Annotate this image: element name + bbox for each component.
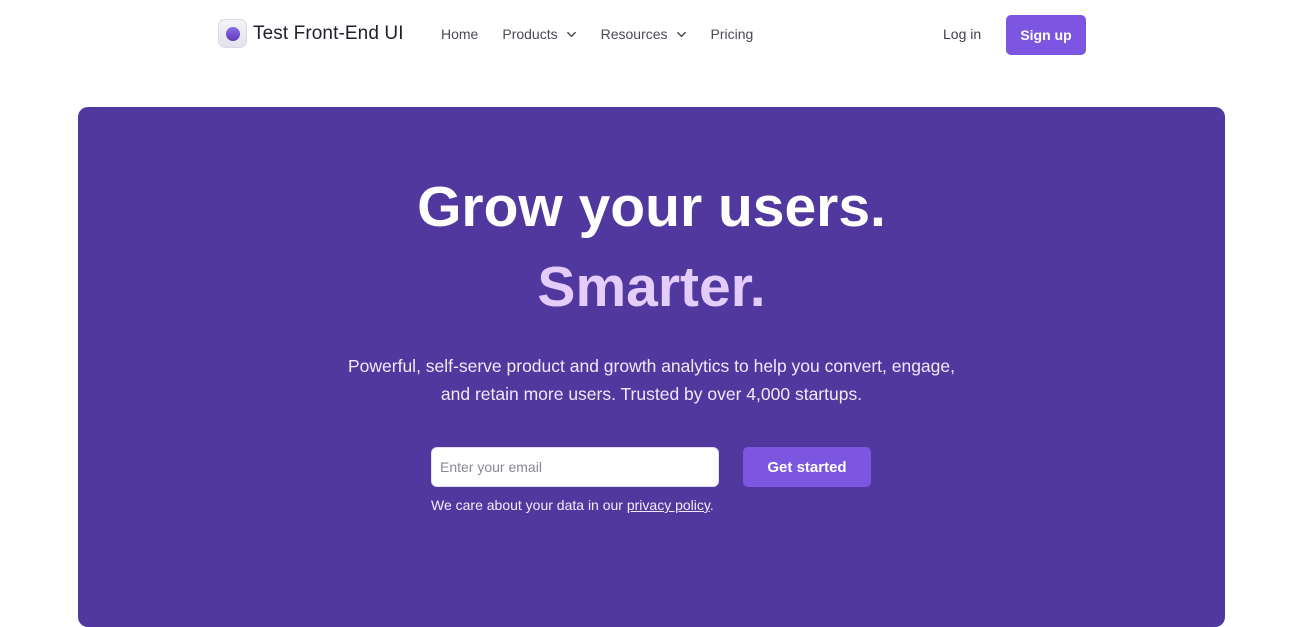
privacy-notice-text: We care about your data in our <box>431 497 627 513</box>
hero-headline-accent: Smarter. <box>537 255 766 319</box>
hero-subheading-line: and retain more users. Trusted by over 4… <box>440 384 863 404</box>
privacy-policy-link[interactable]: privacy policy <box>627 497 710 513</box>
nav-item-label: Pricing <box>710 26 754 42</box>
privacy-notice-suffix: . <box>709 497 714 513</box>
chevron-down-icon <box>676 31 686 37</box>
hero-section: Grow your users. Smarter. Powerful, self… <box>78 107 1225 627</box>
brand-logo[interactable]: Test Front-End UI <box>218 19 404 48</box>
get-started-button[interactable]: Get started <box>743 447 871 487</box>
login-link[interactable]: Log in <box>943 26 981 42</box>
nav-item-label: Products <box>502 26 558 42</box>
nav-item-home[interactable]: Home <box>441 26 478 42</box>
nav-item-pricing[interactable]: Pricing <box>711 26 754 42</box>
nav-item-label: Resources <box>600 26 668 42</box>
hero-headline: Grow your users. <box>417 175 886 239</box>
nav-item-resources[interactable]: Resources <box>601 26 687 42</box>
hero-subheading-line: Powerful, self-serve product and growth … <box>347 356 955 376</box>
nav-item-label: Home <box>441 26 479 42</box>
email-input[interactable] <box>431 447 719 487</box>
chevron-down-icon <box>566 31 576 37</box>
privacy-notice: We care about your data in our privacy p… <box>431 497 714 513</box>
nav-item-products[interactable]: Products <box>502 26 576 42</box>
brand-name: Test Front-End UI <box>253 22 404 44</box>
signup-button[interactable]: Sign up <box>1006 15 1086 55</box>
logo-orb-icon <box>218 19 247 48</box>
top-navigation-bar: Test Front-End UI Home Products Resource… <box>0 0 1289 70</box>
main-nav: Home Products Resources Pricing <box>441 26 777 42</box>
hero-subheading: Powerful, self-serve product and growth … <box>78 352 1225 408</box>
